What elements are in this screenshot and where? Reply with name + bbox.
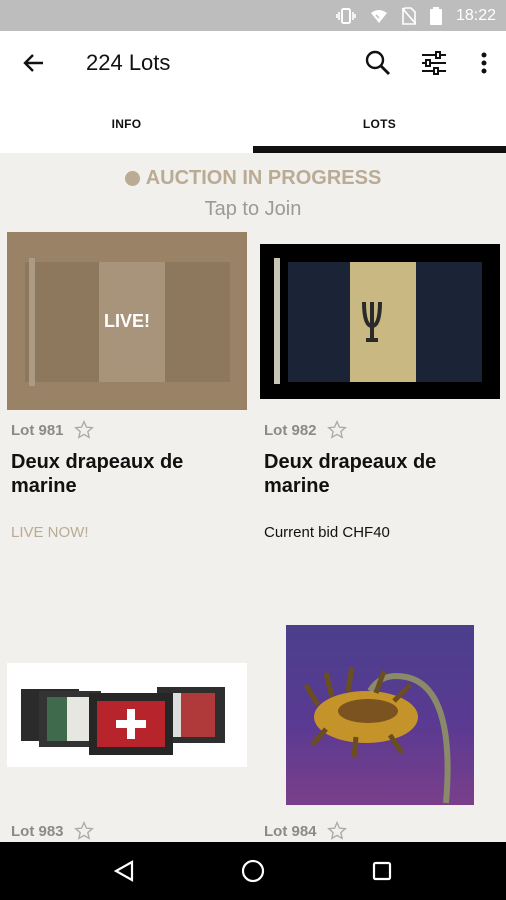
star-icon[interactable] bbox=[73, 821, 94, 841]
lot-image bbox=[260, 244, 500, 399]
lot-number: Lot 984 bbox=[264, 822, 317, 840]
star-icon[interactable] bbox=[326, 821, 347, 841]
lot-meta: Lot 983 bbox=[11, 821, 247, 841]
status-bar: 18:22 bbox=[0, 0, 506, 31]
lot-status: Current bid CHF40 bbox=[264, 524, 390, 541]
star-icon[interactable] bbox=[73, 420, 94, 440]
lot-image bbox=[260, 625, 500, 805]
lot-card[interactable]: Lot 982 Deux drapeaux de marine Current … bbox=[260, 230, 500, 610]
lots-grid: LIVE! Lot 981 Deux drapeaux de marine LI… bbox=[0, 230, 506, 842]
live-overlay: LIVE! bbox=[7, 232, 247, 410]
status-dot-icon bbox=[124, 171, 140, 186]
nav-home-button[interactable] bbox=[225, 842, 281, 900]
lot-number: Lot 981 bbox=[11, 421, 64, 439]
filter-icon bbox=[422, 51, 446, 75]
tab-info[interactable]: INFO bbox=[0, 95, 253, 153]
filter-button[interactable] bbox=[406, 31, 462, 95]
lot-meta: Lot 984 bbox=[264, 821, 500, 841]
lot-card[interactable]: Lot 984 bbox=[260, 625, 500, 842]
lot-number: Lot 983 bbox=[11, 822, 64, 840]
lot-image bbox=[7, 663, 247, 767]
search-icon bbox=[365, 50, 390, 75]
more-vert-icon bbox=[481, 52, 487, 74]
back-button[interactable] bbox=[0, 31, 68, 95]
lot-title: Deux drapeaux de marine bbox=[264, 451, 437, 497]
back-triangle-icon bbox=[114, 860, 134, 882]
lot-meta: Lot 981 Deux drapeaux de marine LIVE NOW… bbox=[11, 420, 247, 541]
lot-image: LIVE! bbox=[7, 232, 247, 410]
app-bar: 224 Lots bbox=[0, 31, 506, 95]
more-options-button[interactable] bbox=[462, 31, 506, 95]
join-link[interactable]: Tap to Join bbox=[0, 198, 506, 221]
nav-back-button[interactable] bbox=[96, 842, 152, 900]
page-title: 224 Lots bbox=[86, 50, 171, 75]
clock: 18:22 bbox=[455, 6, 496, 24]
back-arrow-icon bbox=[23, 54, 43, 72]
wifi-icon bbox=[370, 8, 388, 24]
lot-meta: Lot 982 Deux drapeaux de marine Current … bbox=[264, 420, 500, 541]
nav-recents-button[interactable] bbox=[354, 842, 410, 900]
vibrate-icon bbox=[336, 7, 356, 25]
system-nav-bar bbox=[0, 842, 506, 900]
star-icon[interactable] bbox=[326, 420, 347, 440]
lot-status: LIVE NOW! bbox=[11, 524, 89, 541]
lot-card[interactable]: LIVE! Lot 981 Deux drapeaux de marine LI… bbox=[7, 230, 247, 610]
lot-title: Deux drapeaux de marine bbox=[11, 451, 184, 497]
no-sim-icon bbox=[401, 6, 416, 25]
battery-icon bbox=[429, 6, 442, 25]
auction-status-label: AUCTION IN PROGRESS bbox=[145, 167, 382, 189]
lot-card[interactable]: Lot 983 bbox=[7, 625, 247, 842]
auction-banner[interactable]: AUCTION IN PROGRESS Tap to Join bbox=[0, 153, 506, 230]
lot-number: Lot 982 bbox=[264, 421, 317, 439]
search-button[interactable] bbox=[350, 31, 406, 95]
tab-bar: INFO LOTS bbox=[0, 95, 506, 153]
home-circle-icon bbox=[241, 859, 265, 883]
recents-square-icon bbox=[372, 861, 391, 881]
auction-status: AUCTION IN PROGRESS bbox=[0, 167, 506, 190]
tab-lots[interactable]: LOTS bbox=[253, 95, 506, 153]
